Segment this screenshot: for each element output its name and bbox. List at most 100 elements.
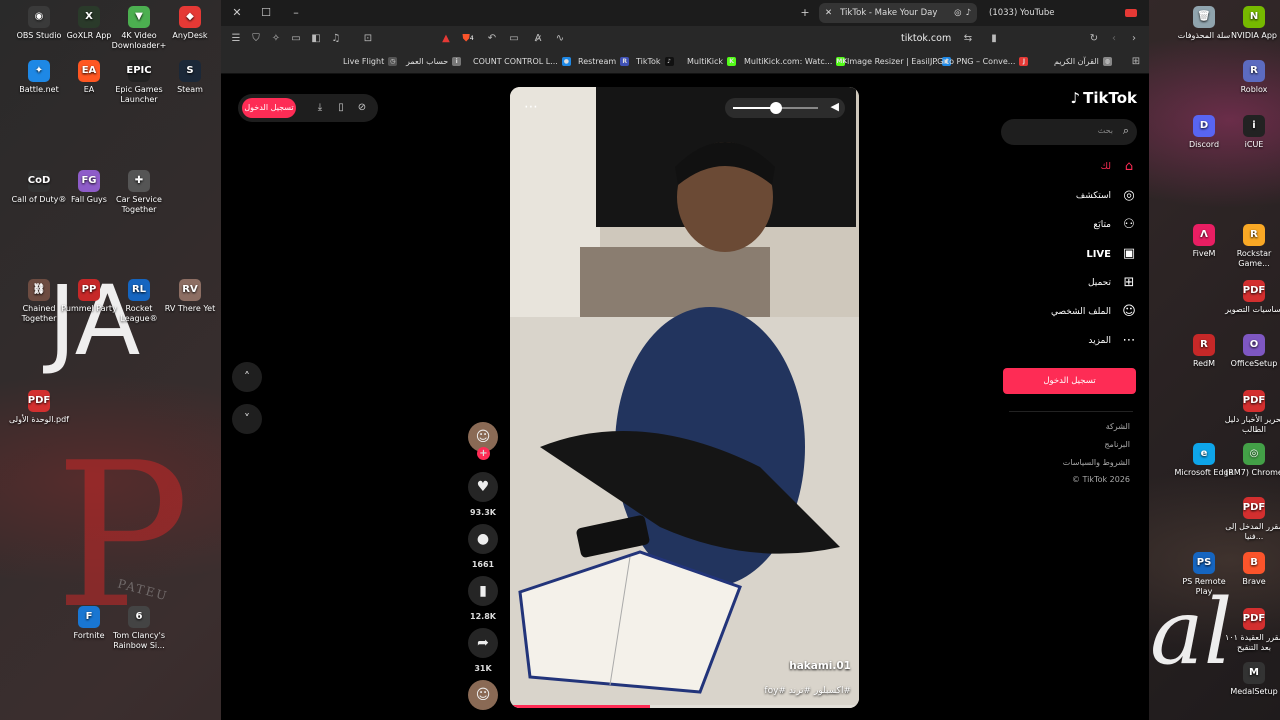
video-author[interactable]: hakami.01 (789, 660, 851, 672)
follow-plus-icon[interactable]: + (477, 447, 490, 460)
desktop-icon[interactable]: B Brave (1223, 552, 1280, 587)
prev-video-button[interactable]: ˄ (232, 362, 262, 392)
video-more-icon[interactable]: ⋯ (524, 99, 538, 115)
tab-manager-icon[interactable]: ⊡ (361, 32, 375, 46)
search-box[interactable]: بحث ⌕ (1001, 119, 1137, 145)
author-avatar[interactable]: ☺ + (467, 422, 499, 460)
new-tab-button[interactable]: + (797, 5, 813, 21)
video-player[interactable]: ⋯ ◀ hakami.01 #اكسبلور #ترند #foy (510, 87, 859, 708)
coin-icon[interactable]: ⊘ (355, 101, 369, 115)
desktop-icon[interactable]: N NVIDIA App (1223, 6, 1280, 41)
sidebar-item[interactable]: LIVE ▣ (1086, 246, 1137, 262)
speaker-icon[interactable]: ◀ (831, 100, 839, 113)
minimize-icon[interactable]: – (288, 5, 304, 21)
undo-icon[interactable]: ↶ (485, 32, 499, 46)
desktop-icon[interactable]: RV RV There Yet (159, 279, 221, 314)
bookmark-item[interactable]: Live Flight ◷ (343, 57, 398, 66)
top-login-button[interactable]: تسجيل الدخول (242, 98, 296, 118)
bookmark-item[interactable]: TikTok ♪ (636, 57, 674, 66)
share-action[interactable]: ➦ 31K (467, 628, 499, 673)
bookmark-item[interactable]: JPG to PNG – Conve... J (930, 57, 1029, 66)
desktop-icon[interactable]: R Rockstar Game... (1223, 224, 1280, 268)
desktop-icon[interactable]: 6 Tom Clancy's Rainbow Si... (108, 606, 170, 650)
desktop-icon[interactable]: PDF الوحدة الأولى.pdf (8, 390, 70, 425)
volume-knob[interactable] (769, 102, 782, 114)
brave-shield-icon[interactable]: ⛊4 (461, 32, 475, 46)
audio-icon[interactable]: ◎ (954, 8, 961, 18)
download-icon[interactable]: ⤓ (313, 101, 327, 115)
translate-icon[interactable]: A̷ (531, 32, 545, 46)
sidebar-item[interactable]: المزيد ⋯ (1088, 333, 1137, 349)
desktop-icon[interactable]: PDF مقرر العقيدة ١٠١ بعد التنقيح (1223, 608, 1280, 652)
next-video-button[interactable]: ˅ (232, 404, 262, 434)
tiktok-logo[interactable]: ♪ TikTok (1071, 89, 1137, 107)
footer-program[interactable]: البرنامج (1104, 440, 1130, 449)
desktop-icon[interactable]: PDF مقرر المدخل إلى فنيا... (1223, 497, 1280, 541)
menu-icon[interactable]: ☰ (229, 32, 243, 46)
search-input[interactable]: بحث (1098, 126, 1113, 135)
search-icon[interactable]: ⌕ (1123, 124, 1129, 138)
extension-icon[interactable]: ✧ (269, 32, 283, 46)
screen-icon[interactable]: ▭ (507, 32, 521, 46)
sidebar-item[interactable]: متابَع ⚇ (1093, 217, 1137, 233)
login-button[interactable]: تسجيل الدخول (1003, 368, 1136, 394)
brave-rewards-icon[interactable]: ▲ (439, 32, 453, 46)
bookmark-icon[interactable]: ▮ (987, 32, 1001, 46)
close-window-icon[interactable]: ✕ (229, 5, 245, 21)
bookmark-item[interactable]: COUNT CONTROL L... ● (473, 57, 571, 66)
desktop-icon-label: Rockstar Game... (1236, 249, 1272, 268)
bookmark-menu-icon[interactable]: ⊞ (1129, 55, 1143, 69)
maximize-icon[interactable]: ☐ (258, 5, 274, 21)
music-icon[interactable]: ♫ (329, 32, 343, 46)
heart-icon[interactable]: ♥ (468, 472, 498, 502)
bookmark-item[interactable]: Restream R (578, 57, 630, 66)
bookmark-item[interactable]: القرآن الكريم ◍ (1054, 57, 1112, 66)
music-disc-icon[interactable]: ☺ (468, 680, 498, 710)
wallet-icon[interactable]: ▭ (289, 32, 303, 46)
video-caption[interactable]: #اكسبلور #ترند #foy (764, 686, 851, 696)
close-tab-icon[interactable]: ✕ (825, 8, 832, 18)
comment-icon[interactable]: ● (468, 524, 498, 554)
shield-icon[interactable]: ⛉ (249, 32, 263, 46)
sidebar-icon[interactable]: ◧ (309, 32, 323, 46)
volume-slider[interactable]: ◀ (725, 98, 845, 118)
desktop-icon[interactable]: M MedalSetup (1223, 662, 1280, 697)
reload-icon[interactable]: ↻ (1087, 32, 1101, 46)
sidebar-item[interactable]: لك ⌂ (1101, 159, 1137, 175)
desktop-icon[interactable]: O OfficeSetup (1223, 334, 1280, 369)
footer-terms[interactable]: الشروط والسياسات (1063, 458, 1130, 467)
desktop-icon[interactable]: ✚ Car Service Together (108, 170, 170, 214)
forward-icon[interactable]: › (1127, 32, 1141, 46)
comment-action[interactable]: ● 1661 (467, 524, 499, 569)
app-icon: R (1243, 60, 1265, 82)
site-settings-icon[interactable]: ⇆ (961, 32, 975, 46)
desktop-icon[interactable]: PDF أساسيات التصوير (1223, 280, 1280, 315)
live-icon: ▣ (1122, 246, 1136, 261)
bookmark-item[interactable]: MultiKick.com: Watc... MK (744, 57, 847, 66)
like-action[interactable]: ♥ 93.3K (467, 472, 499, 517)
sidebar-item[interactable]: تحميل ⊞ (1088, 275, 1137, 291)
desktop-icon[interactable]: i iCUE (1223, 115, 1280, 150)
share-icon[interactable]: ➦ (468, 628, 498, 658)
sidebar-item[interactable]: الملف الشخصي ☺ (1051, 304, 1137, 320)
desktop-icon[interactable]: S Steam (159, 60, 221, 95)
progress-track[interactable] (510, 705, 859, 708)
music-disc[interactable]: ☺ (467, 680, 499, 716)
desktop-icon[interactable]: PDF تحرير الأخبار دليل الطالب (1223, 390, 1280, 434)
save-action[interactable]: ▮ 12.8K (467, 576, 499, 621)
tab-tiktok[interactable]: ✕ TikTok - Make Your Day ◎ ♪ (819, 3, 977, 23)
footer-company[interactable]: الشركة (1106, 422, 1130, 431)
bookmark-label: TikTok (636, 57, 661, 66)
bookmark-save-icon[interactable]: ▮ (468, 576, 498, 606)
draw-icon[interactable]: ∿ (553, 32, 567, 46)
address-bar[interactable]: tiktok.com (901, 33, 951, 44)
desktop-icon[interactable]: R Roblox (1223, 60, 1280, 95)
bookmark-item[interactable]: MultiKick K (687, 57, 737, 66)
device-icon[interactable]: ▯ (334, 101, 348, 115)
desktop-icon[interactable]: ◎ (RM7) Chrome (1223, 443, 1280, 478)
sidebar-item[interactable]: استكشف ◎ (1076, 188, 1137, 204)
back-icon[interactable]: ‹ (1107, 32, 1121, 46)
bookmark-item[interactable]: حساب العمر i (406, 57, 462, 66)
desktop-icon[interactable]: ◆ AnyDesk (159, 6, 221, 41)
tab-youtube[interactable]: (1033) YouTube (983, 3, 1145, 23)
